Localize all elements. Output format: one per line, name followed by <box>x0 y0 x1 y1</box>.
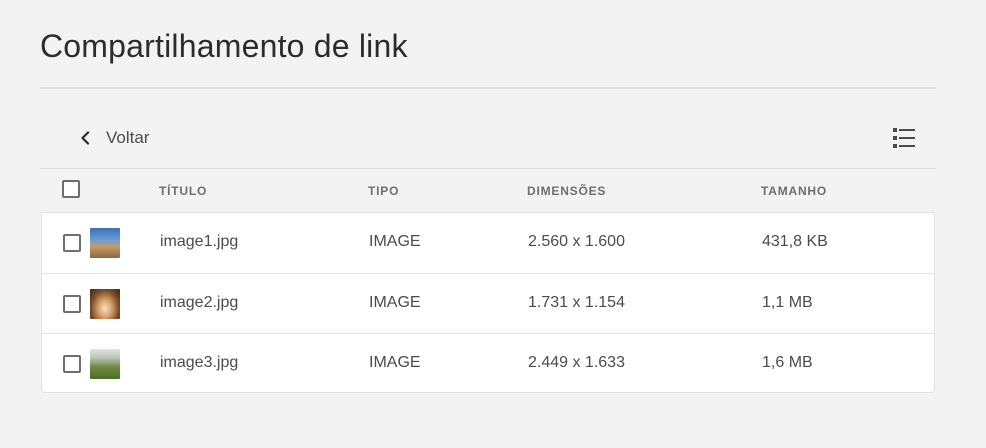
back-label: Voltar <box>106 128 150 147</box>
cell-size: 1,1 MB <box>762 294 813 311</box>
toolbar: Voltar <box>40 112 936 168</box>
cell-type: IMAGE <box>369 233 421 250</box>
cell-title: image3.jpg <box>160 354 239 371</box>
table-row[interactable]: image1.jpg IMAGE 2.560 x 1.600 431,8 KB <box>42 213 934 273</box>
row-checkbox[interactable] <box>63 234 81 252</box>
thumbnail-image <box>90 289 120 319</box>
select-all-checkbox[interactable] <box>62 180 80 198</box>
column-header-size[interactable]: TAMANHO <box>761 184 827 198</box>
page-title: Compartilhamento de link <box>40 28 408 64</box>
column-header-type[interactable]: TIPO <box>368 184 399 198</box>
title-divider <box>40 87 936 89</box>
row-checkbox[interactable] <box>63 295 81 313</box>
table-row[interactable]: image3.jpg IMAGE 2.449 x 1.633 1,6 MB <box>42 333 934 393</box>
list-view-button[interactable] <box>892 126 916 150</box>
cell-title: image2.jpg <box>160 294 239 311</box>
thumbnail-image <box>90 228 120 258</box>
thumbnail-image <box>90 349 120 379</box>
cell-dimensions: 2.560 x 1.600 <box>528 233 625 250</box>
back-button[interactable]: Voltar <box>76 124 149 152</box>
table-row[interactable]: image2.jpg IMAGE 1.731 x 1.154 1,1 MB <box>42 273 934 333</box>
chevron-left-icon <box>76 129 94 147</box>
cell-dimensions: 1.731 x 1.154 <box>528 294 625 311</box>
cell-type: IMAGE <box>369 294 421 311</box>
column-header-dimensions[interactable]: DIMENSÕES <box>527 184 606 198</box>
table-header: TÍTULO TIPO DIMENSÕES TAMANHO <box>40 169 936 212</box>
cell-size: 431,8 KB <box>762 233 828 250</box>
cell-dimensions: 2.449 x 1.633 <box>528 354 625 371</box>
column-header-title[interactable]: TÍTULO <box>159 184 207 198</box>
row-checkbox[interactable] <box>63 355 81 373</box>
list-view-icon <box>893 128 915 148</box>
cell-size: 1,6 MB <box>762 354 813 371</box>
cell-type: IMAGE <box>369 354 421 371</box>
table-body: image1.jpg IMAGE 2.560 x 1.600 431,8 KB … <box>41 212 935 393</box>
cell-title: image1.jpg <box>160 233 239 250</box>
